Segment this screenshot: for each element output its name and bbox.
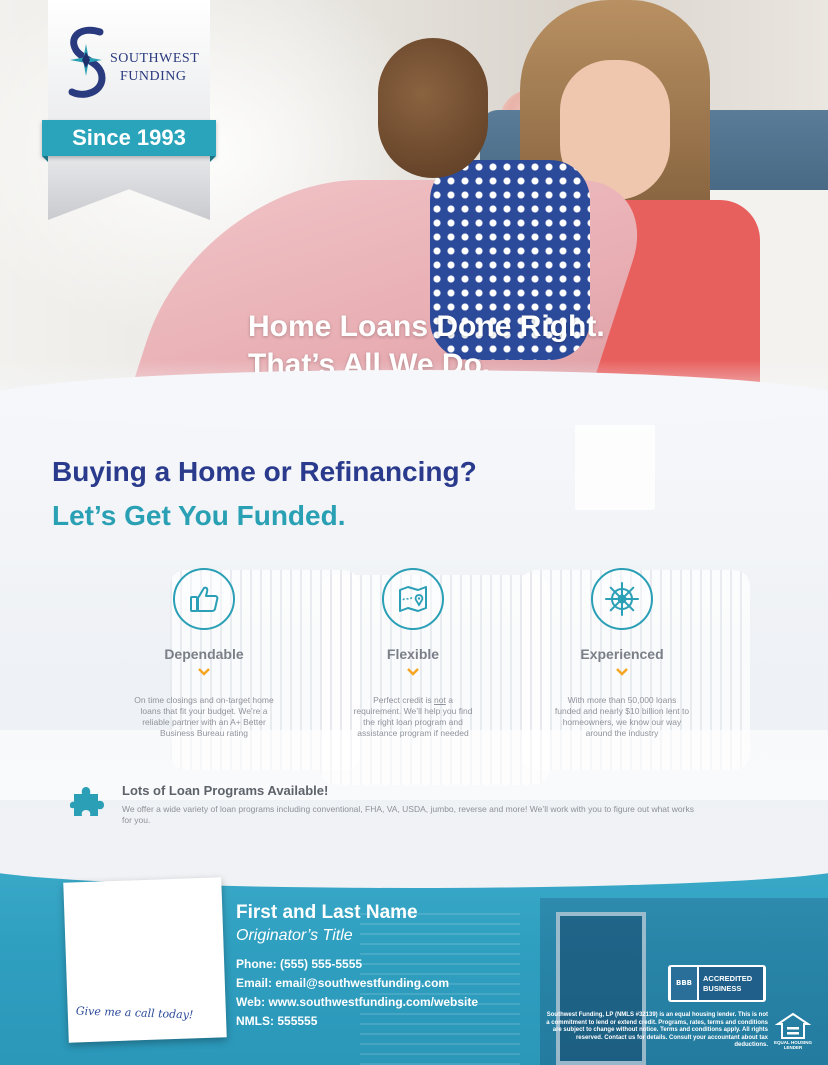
equal-housing-lender-logo: EQUAL HOUSING LENDER — [774, 1012, 812, 1052]
phone-value[interactable]: (555) 555-5555 — [280, 957, 362, 971]
chevron-down-icon — [616, 668, 628, 676]
bbb-label: ACCREDITED BUSINESS — [699, 967, 763, 1000]
company-name-line2: FUNDING — [120, 69, 187, 84]
feature-title: Experienced — [580, 646, 664, 662]
chevron-down-icon — [407, 668, 419, 676]
company-logo[interactable]: SOUTHWEST FUNDING — [60, 22, 205, 104]
programs-description: We offer a wide variety of loan programs… — [122, 804, 694, 825]
nmls-label: NMLS: — [236, 1014, 274, 1028]
intro-question: Buying a Home or Refinancing? — [52, 456, 477, 487]
thumbs-up-icon — [173, 568, 235, 630]
nmls-row: NMLS: 555555 — [236, 1012, 478, 1031]
feature-description: Perfect credit is not a requirement. We’… — [313, 695, 513, 739]
feature-description: On time closings and on-target home loan… — [134, 695, 274, 738]
ehl-label: EQUAL HOUSING LENDER — [774, 1040, 812, 1050]
contact-details: Phone: (555) 555-5555 Email: email@south… — [236, 955, 478, 1031]
feature-title: Flexible — [386, 646, 440, 662]
company-name: SOUTHWEST FUNDING — [110, 50, 199, 86]
feature-description-pre: Perfect credit is — [373, 695, 434, 705]
feature-dependable: Dependable On time closings and on-targe… — [104, 568, 304, 739]
phone-row[interactable]: Phone: (555) 555-5555 — [236, 955, 478, 974]
compass-s-logo-icon — [68, 26, 106, 98]
intro-tagline: Let’s Get You Funded. — [52, 500, 346, 531]
equal-housing-icon — [774, 1012, 812, 1039]
feature-description-emphasis: not — [434, 695, 446, 705]
web-label: Web: — [236, 995, 266, 1009]
bbb-label-line2: BUSINESS — [703, 984, 742, 993]
web-link[interactable]: www.southwestfunding.com/website — [268, 995, 478, 1009]
programs-title: Lots of Loan Programs Available! — [122, 783, 329, 798]
originator-title: Originator’s Title — [236, 927, 353, 944]
bbb-accredited-badge[interactable]: BBB ACCREDITED BUSINESS — [668, 965, 766, 1002]
nmls-value: 555555 — [277, 1014, 318, 1028]
photo-placeholder-note: Give me a call today! — [63, 877, 227, 1043]
feature-description: With more than 50,000 loans funded and n… — [554, 695, 690, 738]
originator-name: First and Last Name — [236, 902, 418, 923]
feature-experienced: Experienced With more than 50,000 loans … — [522, 568, 722, 739]
email-label: Email: — [236, 976, 273, 990]
phone-label: Phone: — [236, 957, 277, 971]
chevron-down-icon — [198, 668, 210, 676]
note-handwriting: Give me a call today! — [75, 1004, 194, 1022]
feature-flexible: Flexible Perfect credit is not a require… — [313, 568, 513, 739]
bbb-label-line1: ACCREDITED — [703, 974, 753, 983]
since-ribbon: Since 1993 — [42, 120, 216, 162]
puzzle-piece-icon — [70, 787, 104, 816]
email-row[interactable]: Email: email@southwestfunding.com — [236, 974, 478, 993]
legal-disclaimer: Southwest Funding, LP (NMLS #32139) is a… — [546, 1012, 768, 1048]
feature-title: Dependable — [164, 646, 244, 662]
company-name-line1: SOUTHWEST — [110, 51, 200, 66]
bbb-seal-icon: BBB — [671, 967, 697, 1000]
hero-headline-line1: Home Loans Done Right. — [248, 310, 605, 343]
map-location-icon — [382, 568, 444, 630]
email-link[interactable]: email@southwestfunding.com — [275, 976, 449, 990]
ship-wheel-icon — [591, 568, 653, 630]
web-row[interactable]: Web: www.southwestfunding.com/website — [236, 993, 478, 1012]
